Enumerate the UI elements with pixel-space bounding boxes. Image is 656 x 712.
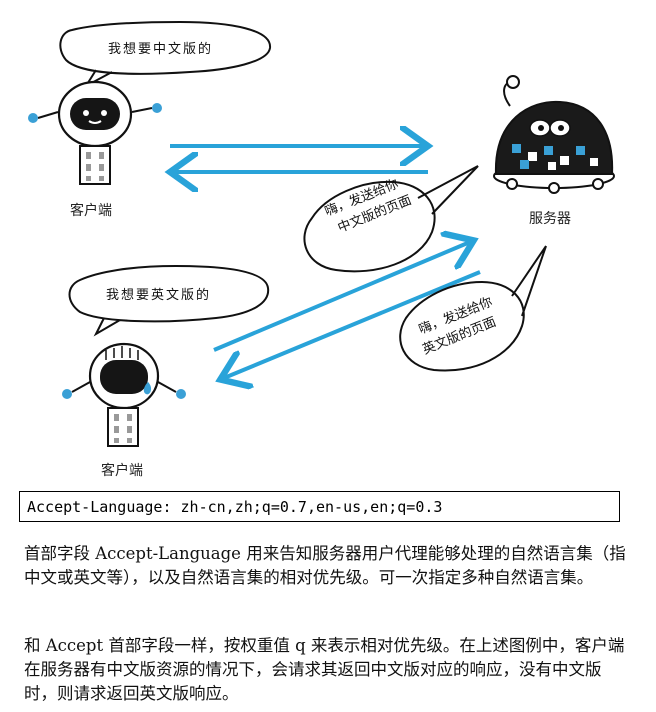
code-line: Accept-Language: zh-cn,zh;q=0.7,en-us,en… [27,498,443,516]
client-bottom-robot-icon [62,342,186,447]
client-bottom-speech: 我想要英文版的 [106,288,212,303]
client-top-speech: 我想要中文版的 [108,42,214,57]
client-top-robot-icon [28,80,162,185]
client-bottom-label: 客户端 [101,463,143,479]
paragraph-1: 首部字段 Accept-Language 用来告知服务器用户代理能够处理的自然语… [24,544,626,587]
server-robot-icon [493,75,615,194]
client-top-label: 客户端 [70,203,112,219]
server-label: 服务器 [529,211,571,227]
paragraph-2: 和 Accept 首部字段一样，按权重值 q 来表示相对优先级。在上述图例中，客… [24,636,625,703]
code-box: Accept-Language: zh-cn,zh;q=0.7,en-us,en… [19,491,620,522]
illustration: 我想要中文版的 我想要英文版的 嗨，发送给你 中文版的页面 嗨，发送给你 英文版… [0,0,656,480]
